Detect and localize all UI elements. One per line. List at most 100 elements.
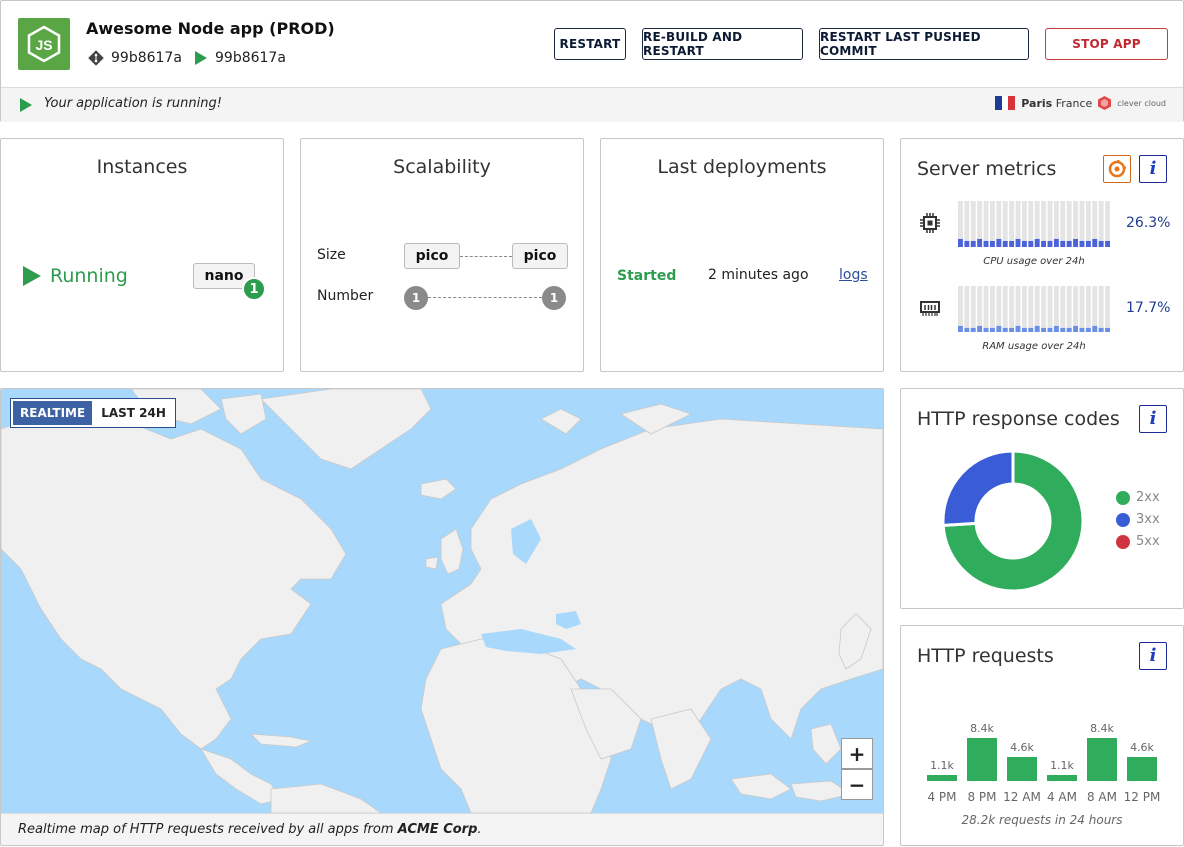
http-requests-info-button[interactable]: i [1139, 642, 1167, 670]
size-min-tag: pico [404, 243, 460, 269]
zoom-in-button[interactable]: + [841, 738, 873, 769]
server-metrics-title: Server metrics [917, 158, 1057, 180]
ram-usage-slot [1105, 286, 1110, 332]
svg-text:JS: JS [35, 37, 52, 53]
requests-bar[interactable] [1047, 775, 1077, 781]
ram-usage-bar [1041, 327, 1047, 332]
cpu-usage-slot [1041, 201, 1047, 247]
running-play-icon [23, 266, 41, 286]
grafana-button[interactable] [1103, 155, 1131, 183]
response-codes-title: HTTP response codes [917, 408, 1120, 430]
requests-bar[interactable] [967, 738, 997, 781]
restart-last-commit-button[interactable]: RESTART LAST PUSHED COMMIT [819, 28, 1029, 60]
map-range-toggle: REALTIME LAST 24H [10, 398, 176, 428]
cpu-usage-bar [1009, 240, 1015, 247]
cpu-usage-bar [1047, 240, 1053, 247]
requests-bar-value: 4.6k [1130, 741, 1154, 755]
legend-label: 3xx [1136, 512, 1160, 527]
legend-item-3xx[interactable]: 3xx [1116, 512, 1160, 527]
ram-usage-slot [1079, 286, 1085, 332]
cpu-usage-bar [1041, 240, 1047, 247]
requests-bar-value: 4.6k [1010, 741, 1034, 755]
ram-usage-slot [1053, 286, 1059, 332]
cpu-usage-bar [1002, 240, 1008, 247]
ram-usage-slot [1073, 286, 1079, 332]
cpu-usage-bar [1053, 238, 1059, 247]
status-message: Your application is running! [44, 96, 222, 111]
cpu-label: CPU usage over 24h [983, 256, 1085, 267]
ram-usage-slot [1002, 286, 1008, 332]
info-icon: i [1149, 645, 1157, 666]
realtime-tab[interactable]: REALTIME [13, 401, 93, 425]
rebuild-restart-button[interactable]: RE-BUILD AND RESTART [642, 28, 803, 60]
cpu-usage-bar [983, 240, 989, 247]
requests-bar[interactable] [1087, 738, 1117, 781]
cpu-usage-bar [1079, 240, 1085, 247]
legend-item-2xx[interactable]: 2xx [1116, 490, 1160, 505]
cpu-usage-bar [1034, 238, 1040, 247]
ram-usage-slot [1085, 286, 1091, 332]
restart-button[interactable]: RESTART [554, 28, 626, 60]
scalability-card: Scalability Size pico pico Number 1 1 [300, 138, 584, 372]
stop-app-button[interactable]: STOP APP [1045, 28, 1168, 60]
response-codes-info-button[interactable]: i [1139, 405, 1167, 433]
ram-usage-bar [983, 327, 989, 332]
requests-bar[interactable] [927, 775, 957, 781]
deployment-logs-link[interactable]: logs [839, 267, 868, 283]
number-label: Number [317, 288, 374, 304]
provider-name: clever cloud [1117, 98, 1166, 108]
ram-usage-bar [977, 325, 983, 332]
last24h-tab[interactable]: LAST 24H [94, 401, 173, 425]
current-commit[interactable]: 99b8617a [88, 50, 182, 66]
cpu-usage-slot [1009, 201, 1015, 247]
cpu-icon [920, 213, 940, 233]
ram-usage-slot [1021, 286, 1027, 332]
cpu-usage-slot [970, 201, 976, 247]
cpu-usage-bar [1021, 240, 1027, 247]
requests-bar[interactable] [1127, 757, 1157, 781]
cpu-usage-slot [1002, 201, 1008, 247]
cpu-usage-bar [1073, 238, 1079, 247]
running-commit-hash: 99b8617a [215, 50, 286, 66]
legend-item-5xx[interactable]: 5xx [1116, 534, 1160, 549]
requests-bar[interactable] [1007, 757, 1037, 781]
ram-usage-bar [1098, 327, 1104, 332]
cpu-usage-bar [964, 240, 970, 247]
git-commit-icon [88, 50, 104, 66]
cpu-usage-slot [1028, 201, 1034, 247]
number-min-badge: 1 [404, 286, 428, 310]
ram-usage-slot [1015, 286, 1021, 332]
ram-usage-slot [970, 286, 976, 332]
legend-dot [1116, 490, 1130, 505]
zone-city: Paris [1021, 96, 1053, 110]
cpu-usage-slot [1085, 201, 1091, 247]
app-name: Awesome Node app (PROD) [86, 19, 335, 38]
cpu-usage-slot [964, 201, 970, 247]
ram-usage-slot [1009, 286, 1015, 332]
ram-usage-bar [1092, 325, 1098, 332]
ram-value: 17.7% [1126, 300, 1171, 316]
server-metrics-card: Server metrics i 26.3% CPU usage over 24… [900, 138, 1184, 372]
running-commit[interactable]: 99b8617a [194, 50, 286, 66]
requests-bar-value: 8.4k [1090, 722, 1114, 735]
app-header: JS Awesome Node app (PROD) 99b8617a 99b8… [0, 0, 1184, 122]
cpu-usage-bar [1066, 240, 1072, 247]
cpu-usage-slot [1066, 201, 1072, 247]
ram-usage-slot [1034, 286, 1040, 332]
ram-usage-bar [1028, 327, 1034, 332]
cpu-usage-slot [1098, 201, 1104, 247]
nodejs-logo-icon: JS [18, 18, 70, 70]
cpu-usage-bar [1098, 240, 1104, 247]
response-codes-donut-chart [941, 449, 1085, 593]
ram-usage-bar [1053, 325, 1059, 332]
world-map-svg [1, 389, 883, 813]
cpu-usage-sparkline [958, 201, 1110, 247]
ram-usage-slot [989, 286, 995, 332]
donut-slice-3xx [941, 449, 1015, 527]
zoom-out-button[interactable]: − [841, 769, 873, 800]
cpu-usage-bar [996, 238, 1002, 247]
http-requests-card: HTTP requests i 1.1k 4 PM 8.4k 8 PM 4.6k 12 A… [900, 625, 1184, 846]
requests-bar-value: 1.1k [930, 759, 954, 773]
metrics-info-button[interactable]: i [1139, 155, 1167, 183]
world-map[interactable] [1, 389, 883, 813]
